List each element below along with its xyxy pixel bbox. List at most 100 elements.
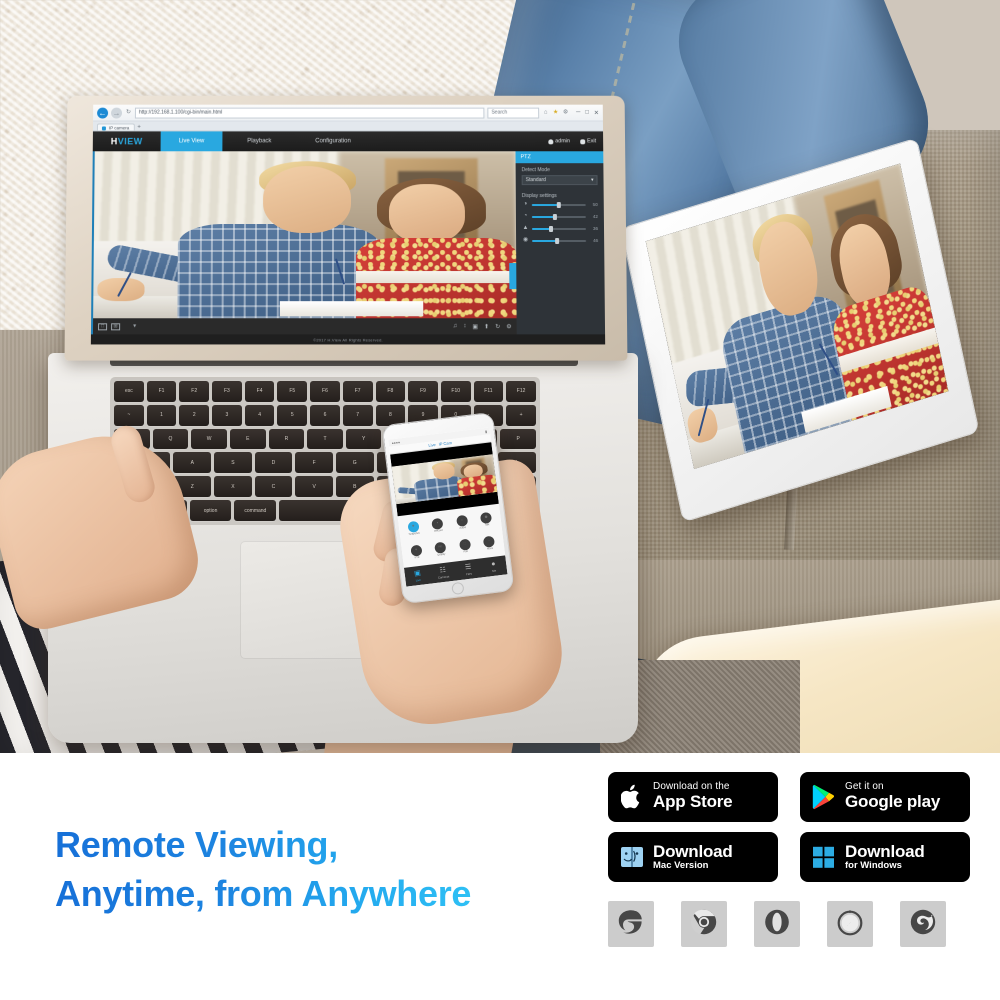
key-esc[interactable]: esc — [114, 381, 144, 402]
key-f8[interactable]: F8 — [375, 381, 406, 402]
address-bar[interactable]: http://192.168.1.100/cgi-bin/main.html — [134, 107, 485, 119]
slider-track[interactable] — [532, 225, 587, 232]
slider-track[interactable] — [531, 201, 586, 208]
windows-download-button[interactable]: Download for Windows — [800, 832, 970, 882]
phone-tab-live[interactable]: ▣ Live — [404, 565, 432, 587]
key-q[interactable]: Q — [152, 428, 189, 450]
key-y[interactable]: Y — [345, 428, 382, 450]
back-icon[interactable]: ← — [97, 107, 109, 119]
key-1[interactable]: 1 — [146, 404, 177, 426]
key-f3[interactable]: F3 — [212, 381, 242, 402]
browser-tile-opera[interactable] — [754, 901, 800, 947]
refresh-icon[interactable]: ↻ — [125, 109, 132, 116]
maximize-button[interactable]: □ — [585, 109, 589, 116]
forward-icon[interactable]: → — [111, 107, 123, 119]
key-option[interactable]: option — [189, 500, 232, 521]
home-icon[interactable]: ⌂ — [542, 109, 549, 116]
phone-button-more[interactable]: ⋯ More — [477, 531, 502, 556]
key-~[interactable]: ~ — [114, 404, 144, 426]
key-7[interactable]: 7 — [342, 404, 373, 426]
new-tab-button[interactable]: + — [137, 124, 141, 130]
snapshot-icon[interactable]: ▣ — [472, 323, 478, 330]
key-c[interactable]: C — [254, 476, 293, 498]
app-store-button[interactable]: Download on the App Store — [608, 772, 778, 822]
slider-track[interactable] — [532, 237, 587, 244]
phone-button-full[interactable]: ⛶ Full — [453, 534, 478, 559]
phone-tab-files[interactable]: ☰ Files — [455, 558, 483, 580]
key-d[interactable]: D — [254, 452, 293, 474]
slider-knob[interactable] — [556, 201, 561, 208]
mac-download-button[interactable]: Download Mac Version — [608, 832, 778, 882]
key-v[interactable]: V — [295, 476, 333, 498]
logout-button[interactable]: Exit — [580, 138, 596, 144]
slider-hue[interactable]: ◉ 46 — [522, 237, 598, 244]
key-3[interactable]: 3 — [212, 404, 242, 426]
key-s[interactable]: S — [214, 452, 252, 474]
close-button[interactable]: ✕ — [594, 109, 599, 116]
phone-tab-cameras[interactable]: ☷ Cameras — [429, 562, 457, 584]
key-t[interactable]: T — [307, 428, 343, 450]
phone-tab-me[interactable]: ● Me — [480, 555, 508, 577]
key-2[interactable]: 2 — [179, 404, 210, 426]
phone-button-record[interactable]: ● Record — [425, 513, 450, 538]
key-e[interactable]: E — [229, 428, 266, 450]
minimize-button[interactable]: ─ — [576, 109, 580, 116]
key-a[interactable]: A — [173, 452, 212, 474]
browser-tile-chrome[interactable] — [681, 901, 727, 947]
browser-tile-edge[interactable] — [608, 901, 654, 947]
key-x[interactable]: X — [214, 476, 252, 498]
phone-button-quality[interactable]: HD Quality — [428, 537, 453, 562]
fullscreen-icon[interactable]: ⚙ — [506, 323, 511, 330]
phone-button-ptz[interactable]: ✥ PTZ — [404, 540, 429, 565]
key-f9[interactable]: F9 — [408, 381, 438, 402]
key-f4[interactable]: F4 — [244, 381, 275, 402]
key-5[interactable]: 5 — [277, 404, 308, 426]
slider-knob[interactable] — [552, 213, 557, 220]
search-input[interactable]: Search — [487, 107, 540, 119]
key-f1[interactable]: F1 — [146, 381, 177, 402]
slider-brightness[interactable]: ◑ 50 — [522, 201, 598, 208]
layout-single-icon[interactable]: □ — [98, 322, 108, 330]
layout-quad-icon[interactable]: ⊞ — [111, 322, 121, 330]
record-icon[interactable]: ⬆ — [484, 323, 489, 330]
slider-knob[interactable] — [554, 237, 559, 244]
key-g[interactable]: G — [335, 452, 374, 474]
key-command[interactable]: command — [234, 500, 277, 521]
talk-icon[interactable]: ↕ — [463, 323, 466, 330]
google-play-button[interactable]: Get it on Google play — [800, 772, 970, 822]
slider-track[interactable] — [531, 213, 586, 220]
key-f6[interactable]: F6 — [310, 381, 340, 402]
key-6[interactable]: 6 — [310, 404, 340, 426]
key-4[interactable]: 4 — [244, 404, 275, 426]
phone-button-talk[interactable]: ⬤ Talk — [474, 507, 499, 532]
gear-icon[interactable]: ⚙ — [562, 109, 569, 116]
key-p[interactable]: P — [500, 428, 537, 450]
slider-saturation[interactable]: ▲ 36 — [522, 225, 598, 232]
tab-configuration[interactable]: Configuration — [296, 131, 370, 151]
panel-collapse-handle[interactable] — [509, 263, 517, 290]
key-f10[interactable]: F10 — [440, 381, 471, 402]
key-+[interactable]: + — [506, 404, 536, 426]
key-f7[interactable]: F7 — [342, 381, 373, 402]
live-video-player[interactable] — [93, 151, 517, 319]
key-f2[interactable]: F2 — [179, 381, 210, 402]
browser-tile-firefox[interactable] — [900, 901, 946, 947]
key-f12[interactable]: F12 — [506, 381, 536, 402]
phone-button-snapshot[interactable]: ◉ Snapshot — [401, 516, 426, 541]
phone-video-player[interactable] — [390, 442, 499, 517]
zoom-icon[interactable]: ↻ — [495, 323, 500, 330]
phone-button-audio[interactable]: ♫ Audio — [450, 510, 475, 535]
key-f[interactable]: F — [295, 452, 333, 474]
browser-tab[interactable]: IP camera — [96, 123, 136, 131]
key-r[interactable]: R — [268, 428, 305, 450]
key-w[interactable]: W — [191, 428, 227, 450]
user-account[interactable]: admin — [548, 138, 570, 144]
star-icon[interactable]: ★ — [552, 109, 559, 116]
browser-tile-safari[interactable] — [827, 901, 873, 947]
slider-knob[interactable] — [549, 225, 554, 232]
tab-live-view[interactable]: Live View — [160, 131, 223, 152]
slider-contrast[interactable]: ◔ 42 — [522, 213, 598, 220]
capture-icon[interactable]: ▼ — [130, 323, 139, 330]
key-f5[interactable]: F5 — [277, 381, 308, 402]
key-f11[interactable]: F11 — [473, 381, 504, 402]
